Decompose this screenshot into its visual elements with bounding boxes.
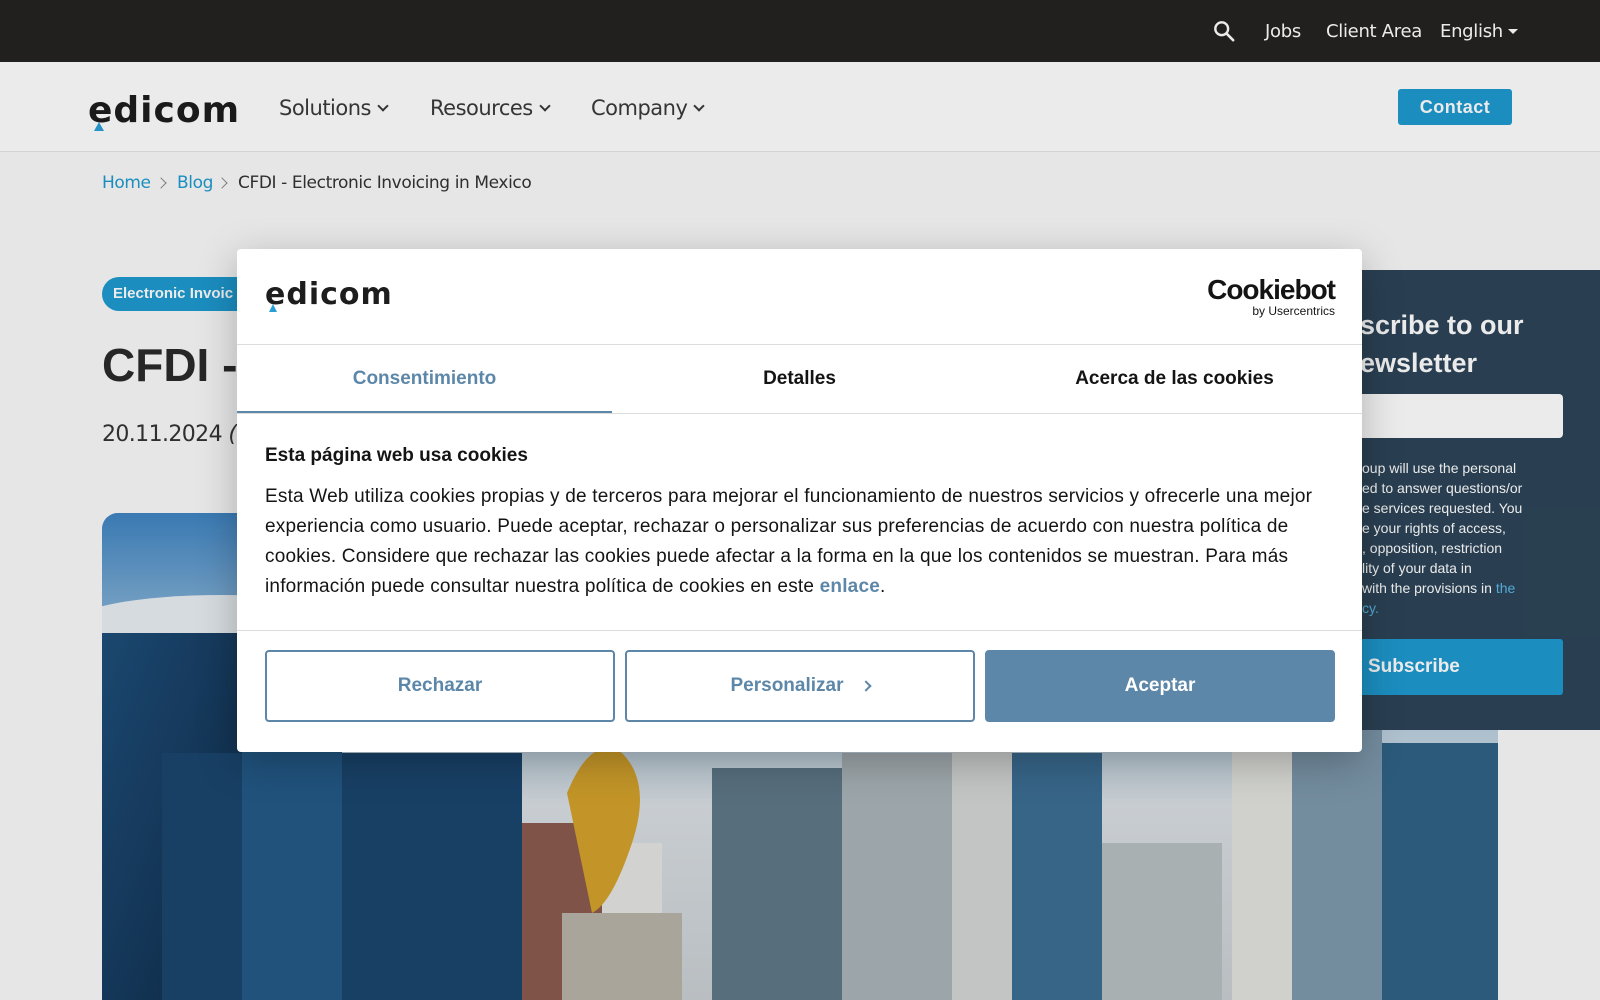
privacy-line: oup will use the personal	[1362, 460, 1517, 476]
chevron-right-icon	[859, 680, 872, 692]
reject-button[interactable]: Rechazar	[265, 650, 615, 722]
subscribe-button[interactable]: Subscribe	[1342, 639, 1563, 695]
tab-consent[interactable]: Consentimiento	[237, 345, 612, 414]
breadcrumb-home[interactable]: Home	[102, 173, 151, 193]
divider	[237, 630, 1362, 631]
privacy-line: lity of your data in	[1362, 560, 1472, 576]
customize-button[interactable]: Personalizar	[625, 650, 975, 722]
language-selector[interactable]: English	[1440, 21, 1518, 42]
date-value: 20.11.2024	[102, 422, 223, 447]
nav-company-label: Company	[591, 96, 688, 120]
cookiebot-logo[interactable]: Cookiebot by Usercentrics	[1207, 274, 1336, 318]
cookie-policy-link[interactable]: enlace	[820, 576, 880, 597]
logo-accent-icon	[269, 304, 277, 312]
dialog-body-period: .	[879, 576, 886, 597]
privacy-line: ed to answer questions/or	[1362, 480, 1523, 496]
nav-solutions[interactable]: Solutions	[279, 96, 389, 120]
nav-resources[interactable]: Resources	[430, 96, 551, 120]
newsletter-privacy-text: oup will use the personal ed to answer q…	[1362, 458, 1562, 618]
cookiebot-name: Cookiebot	[1207, 274, 1336, 305]
newsletter-title-line2: ewsletter	[1360, 348, 1478, 378]
newsletter-title-line1: scribe to our	[1360, 310, 1524, 340]
accept-button[interactable]: Aceptar	[985, 650, 1335, 722]
privacy-line: with the provisions in	[1362, 580, 1496, 596]
search-icon[interactable]	[1213, 20, 1235, 42]
privacy-policy-link-cont[interactable]: cy.	[1362, 600, 1379, 616]
customize-label: Personalizar	[730, 675, 844, 696]
dialog-logo-text: edicom	[265, 277, 393, 312]
breadcrumb-current: CFDI - Electronic Invoicing in Mexico	[238, 173, 532, 193]
privacy-line: e your rights of access,	[1362, 520, 1506, 536]
cookie-consent-dialog: edicom Cookiebot by Usercentrics Consent…	[237, 249, 1362, 752]
client-area-link[interactable]: Client Area	[1326, 21, 1422, 42]
chevron-down-icon	[377, 100, 389, 112]
chevron-down-icon	[539, 100, 551, 112]
privacy-line: e services requested. You	[1362, 500, 1523, 516]
tab-details[interactable]: Detalles	[612, 345, 987, 414]
article-date: 20.11.2024 (U	[102, 422, 252, 447]
divider	[237, 413, 1362, 414]
privacy-policy-link[interactable]: the	[1496, 580, 1515, 596]
edicom-logo[interactable]: edicom	[88, 90, 240, 131]
caret-down-icon	[1507, 29, 1518, 34]
breadcrumb-blog[interactable]: Blog	[177, 173, 213, 193]
dialog-body: Esta Web utiliza cookies propias y de te…	[265, 486, 1313, 597]
cookiebot-sub: by Usercentrics	[1252, 304, 1335, 318]
language-label: English	[1440, 21, 1503, 42]
tab-about-cookies[interactable]: Acerca de las cookies	[987, 345, 1362, 414]
contact-button[interactable]: Contact	[1398, 89, 1512, 125]
jobs-link[interactable]: Jobs	[1265, 21, 1301, 42]
nav-company[interactable]: Company	[591, 96, 706, 120]
chevron-down-icon	[693, 100, 706, 112]
newsletter-title: scribe to our ewsletter	[1360, 306, 1590, 382]
logo-text: edicom	[88, 90, 241, 131]
page-title: CFDI -	[102, 339, 238, 391]
dialog-body-text: Esta Web utiliza cookies propias y de te…	[265, 482, 1340, 602]
privacy-line: , opposition, restriction	[1362, 540, 1503, 556]
top-bar: Jobs Client Area English	[0, 0, 1600, 62]
privacy-line-with-link: with the provisions in the	[1362, 578, 1562, 598]
nav-resources-label: Resources	[430, 96, 533, 120]
logo-accent-icon	[94, 122, 104, 131]
newsletter-email-input[interactable]	[1342, 394, 1563, 438]
nav-solutions-label: Solutions	[279, 96, 372, 120]
dialog-edicom-logo: edicom	[265, 277, 393, 312]
dialog-heading: Esta página web usa cookies	[265, 445, 528, 466]
